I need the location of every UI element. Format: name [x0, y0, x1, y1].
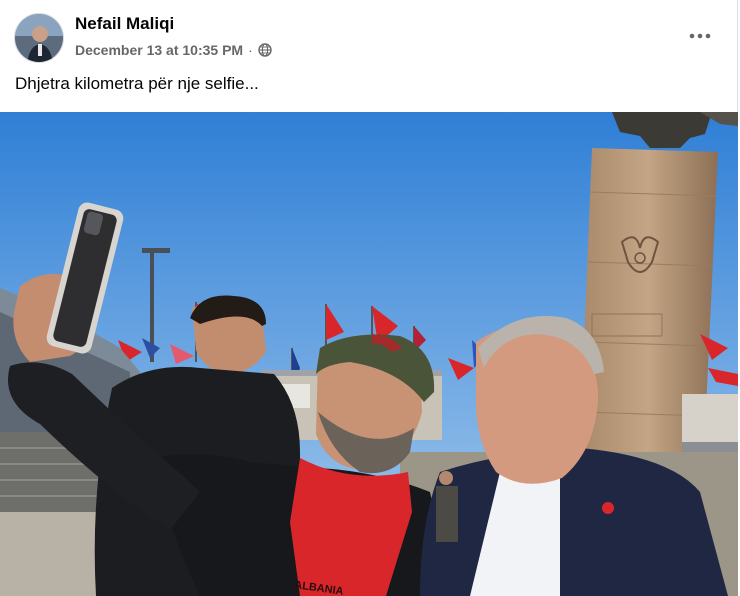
avatar-image: [15, 14, 63, 62]
post-header: Nefail Maliqi December 13 at 10:35 PM ·: [0, 0, 738, 112]
more-horizontal-icon: [689, 33, 711, 39]
author-avatar[interactable]: [14, 13, 64, 63]
selfie-photo: ALBANIA: [0, 112, 738, 596]
post-caption: Dhjetra kilometra për nje selfie...: [15, 74, 259, 93]
post-meta: December 13 at 10:35 PM ·: [75, 41, 272, 59]
post-timestamp[interactable]: December 13 at 10:35 PM: [75, 42, 243, 58]
author-name[interactable]: Nefail Maliqi: [75, 14, 174, 34]
lapel-pin: [602, 502, 614, 514]
post-photo[interactable]: ALBANIA: [0, 112, 738, 596]
meta-separator: ·: [248, 42, 253, 58]
post-card: Nefail Maliqi December 13 at 10:35 PM ·: [0, 0, 738, 596]
globe-icon[interactable]: [258, 43, 272, 57]
more-options-button[interactable]: [682, 20, 718, 52]
